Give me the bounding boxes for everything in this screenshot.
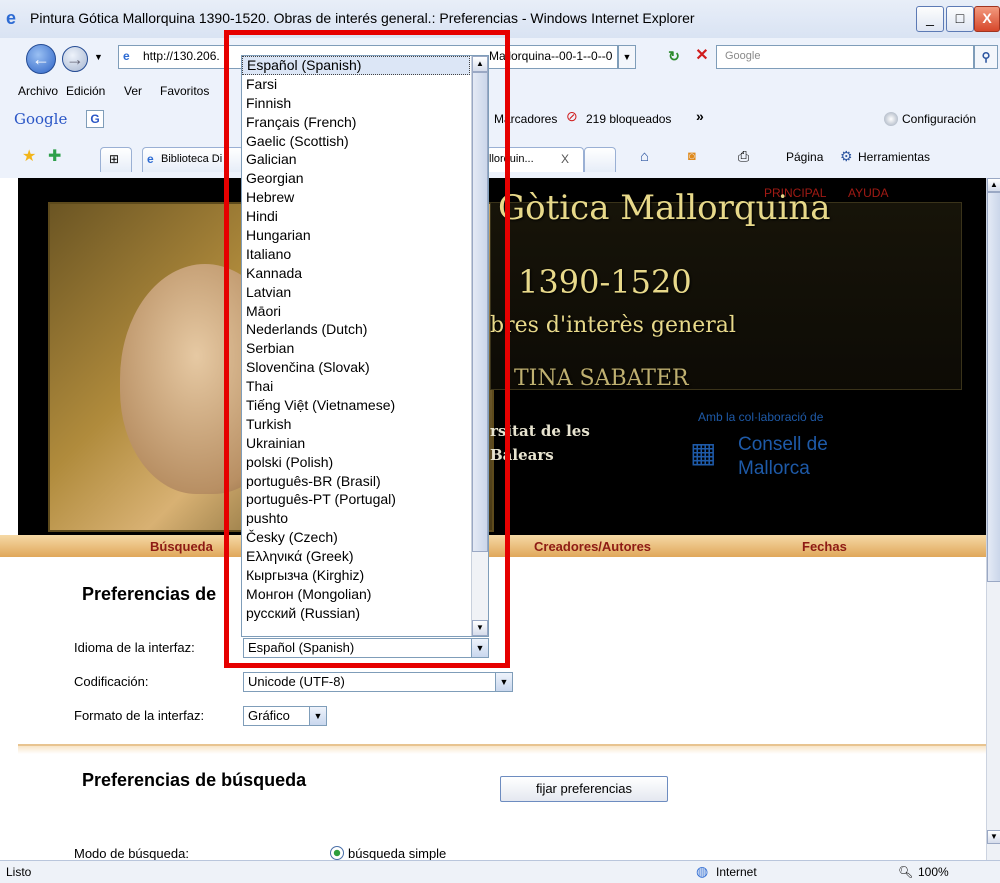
banner-author: TINA SABATER (514, 366, 689, 391)
address-dropdown-icon[interactable]: ▼ (618, 45, 636, 69)
search-mode-value: búsqueda simple (348, 846, 447, 860)
tools-menu-button[interactable]: Herramientas (858, 150, 930, 164)
highlight-box (224, 30, 510, 668)
banner-title-line1: Gòtica Mallorquina (498, 188, 831, 228)
section-divider (18, 744, 986, 754)
banner-title-line2: 1390-1520 (518, 263, 692, 301)
menu-edicion[interactable]: Edición (66, 84, 105, 98)
minimize-button[interactable]: _ (916, 6, 944, 32)
nav-creadores[interactable]: Creadores/Autores (534, 539, 651, 554)
settings-circle-icon (884, 112, 898, 126)
address-text: http://130.206. (143, 49, 220, 63)
search-input[interactable]: Google (716, 45, 974, 69)
google-logo: Google (14, 110, 68, 128)
page-menu-button[interactable]: Página (786, 150, 823, 164)
encoding-select[interactable]: Unicode (UTF-8) ▼ (243, 672, 513, 692)
format-label: Formato de la interfaz: (74, 708, 205, 723)
settings-button[interactable]: Configuración (902, 112, 976, 126)
globe-icon: ◍ (696, 863, 709, 879)
prefs-section-title: Preferencias de (82, 584, 217, 604)
tab-biblioteca-label: Biblioteca Di (161, 153, 223, 165)
format-select[interactable]: Gráfico ▼ (243, 706, 327, 726)
encoding-select-value: Unicode (UTF-8) (248, 674, 345, 689)
nav-fechas[interactable]: Fechas (802, 539, 847, 554)
more-chevron[interactable]: » (696, 108, 704, 124)
popup-blocker-icon: ⊘ (566, 108, 578, 124)
blocked-count[interactable]: 219 bloqueados (586, 112, 671, 126)
consell-logo-icon: ▦ (690, 437, 717, 468)
menu-favoritos[interactable]: Favoritos (160, 84, 209, 98)
consell-line2: Mallorca (738, 458, 810, 479)
close-button[interactable]: X (974, 6, 1000, 32)
search-mode-label: Modo de búsqueda: (74, 846, 189, 860)
search-placeholder: Google (725, 50, 761, 62)
scroll-down-icon[interactable]: ▼ (987, 830, 1000, 844)
page-icon: e (123, 49, 130, 63)
language-label: Idioma de la interfaz: (74, 640, 195, 655)
google-g-button[interactable]: G (86, 110, 104, 128)
home-icon[interactable]: ⌂ (640, 148, 649, 165)
tab-ie-icon: e (147, 152, 154, 166)
tab-close-icon[interactable]: X (561, 152, 569, 166)
favorites-star-icon[interactable]: ★ (22, 146, 36, 166)
menu-archivo[interactable]: Archivo (18, 84, 58, 98)
status-bar: Listo ◍ Internet 🔍︎ 100% (0, 860, 1000, 883)
forward-button[interactable]: → (62, 46, 88, 72)
status-text: Listo (6, 865, 32, 879)
format-select-value: Gráfico (248, 708, 290, 723)
back-button[interactable]: ← (26, 44, 56, 74)
banner-subtitle: bres d'interès general (490, 313, 736, 338)
print-icon[interactable]: ⎙ (738, 148, 749, 165)
consell-line1: Consell de (738, 434, 828, 455)
link-ayuda[interactable]: AYUDA (848, 186, 888, 200)
zone-text: Internet (716, 865, 757, 879)
chevron-down-icon[interactable]: ▼ (309, 707, 326, 725)
menu-ver[interactable]: Ver (124, 84, 142, 98)
window-title: Pintura Gótica Mallorquina 1390-1520. Ob… (30, 10, 695, 26)
collab-text: Amb la col·laboració de (698, 410, 824, 424)
encoding-label: Codificación: (74, 674, 149, 689)
search-mode-radio[interactable] (330, 846, 344, 860)
refresh-icon[interactable]: ↻ (662, 44, 686, 68)
tools-gear-icon: ⚙ (840, 148, 853, 164)
page-scrollbar[interactable]: ▲ ▼ (986, 178, 1000, 860)
stop-icon[interactable]: ✕ (692, 44, 712, 68)
zoom-icon: 🔍︎ (898, 865, 914, 879)
add-favorites-icon[interactable]: ✚ (48, 146, 61, 166)
scroll-up-icon[interactable]: ▲ (987, 178, 1000, 192)
quick-tabs-button[interactable]: ⊞ (100, 147, 132, 172)
set-preferences-button[interactable]: fijar preferencias (500, 776, 668, 802)
ie-logo-icon: e (6, 8, 17, 28)
page-scroll-thumb[interactable] (987, 192, 1000, 582)
nav-busqueda[interactable]: Búsqueda (150, 539, 213, 554)
search-button-icon[interactable]: ⚲ (974, 45, 998, 69)
feeds-icon[interactable]: ◙ (688, 148, 696, 163)
search-prefs-title: Preferencias de búsqueda (82, 770, 307, 790)
chevron-down-icon[interactable]: ▼ (495, 673, 512, 691)
zoom-level[interactable]: 100% (918, 865, 949, 879)
new-tab-button[interactable] (584, 147, 616, 172)
history-dropdown-icon[interactable]: ▼ (94, 52, 103, 62)
maximize-button[interactable]: □ (946, 6, 974, 32)
